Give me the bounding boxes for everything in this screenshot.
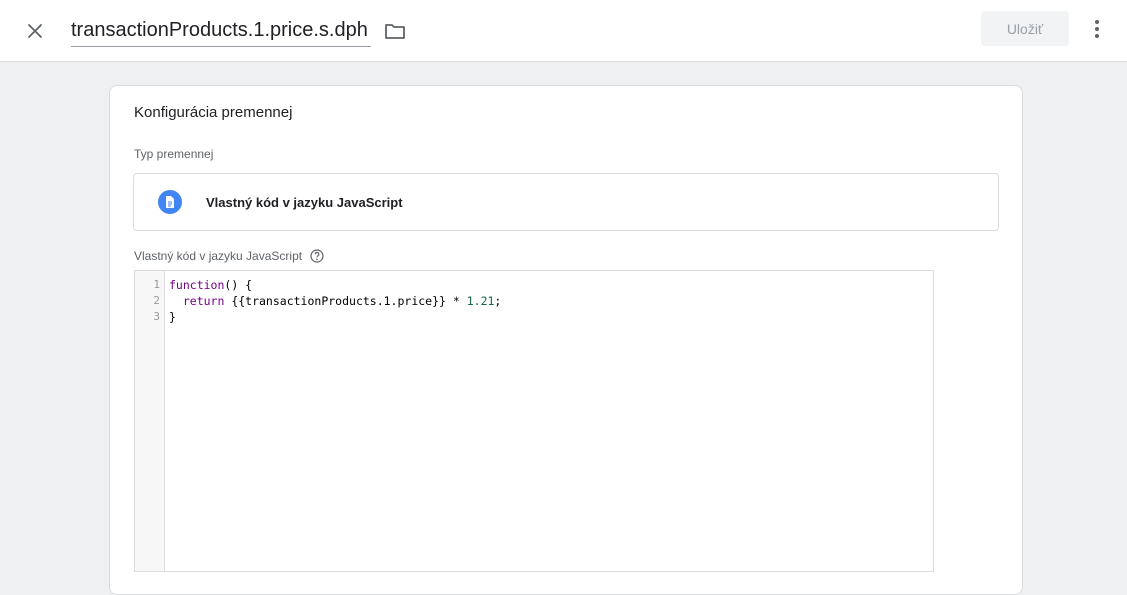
code-line: }: [169, 309, 501, 325]
document-icon: [158, 190, 182, 214]
code-line: function() {: [169, 277, 501, 293]
code-label-row: Vlastný kód v jazyku JavaScript: [134, 249, 324, 263]
more-vert-icon[interactable]: [1085, 16, 1109, 42]
variable-type-selector[interactable]: Vlastný kód v jazyku JavaScript: [133, 173, 999, 231]
code-content[interactable]: function() { return {{transactionProduct…: [165, 271, 501, 571]
line-number: 1: [153, 278, 160, 291]
code-number: 1.21: [466, 294, 495, 308]
code-token: {{transactionProducts.1.price}} *: [224, 294, 467, 308]
save-button[interactable]: Uložiť: [981, 11, 1069, 46]
variable-type-name: Vlastný kód v jazyku JavaScript: [206, 194, 403, 210]
code-token: ;: [494, 294, 502, 308]
variable-type-label: Typ premennej: [134, 147, 214, 161]
close-icon[interactable]: [22, 18, 48, 44]
code-keyword: function: [169, 278, 225, 292]
code-line: return {{transactionProducts.1.price}} *…: [169, 293, 502, 309]
folder-icon[interactable]: [383, 19, 407, 43]
code-editor[interactable]: 1 2 3 function() { return {{transactionP…: [134, 270, 934, 572]
code-token: }: [169, 310, 176, 324]
top-bar: Uložiť: [0, 0, 1127, 62]
line-number-gutter: 1 2 3: [135, 271, 165, 571]
code-keyword: return: [169, 294, 225, 308]
line-number: 3: [153, 310, 160, 323]
card-title: Konfigurácia premennej: [134, 104, 293, 121]
code-token: () {: [224, 278, 253, 292]
variable-config-card: Konfigurácia premennej Typ premennej Vla…: [109, 85, 1023, 595]
variable-name-input[interactable]: [71, 17, 371, 47]
custom-code-label: Vlastný kód v jazyku JavaScript: [134, 249, 303, 263]
line-number: 2: [153, 294, 160, 307]
help-icon[interactable]: [310, 249, 324, 263]
